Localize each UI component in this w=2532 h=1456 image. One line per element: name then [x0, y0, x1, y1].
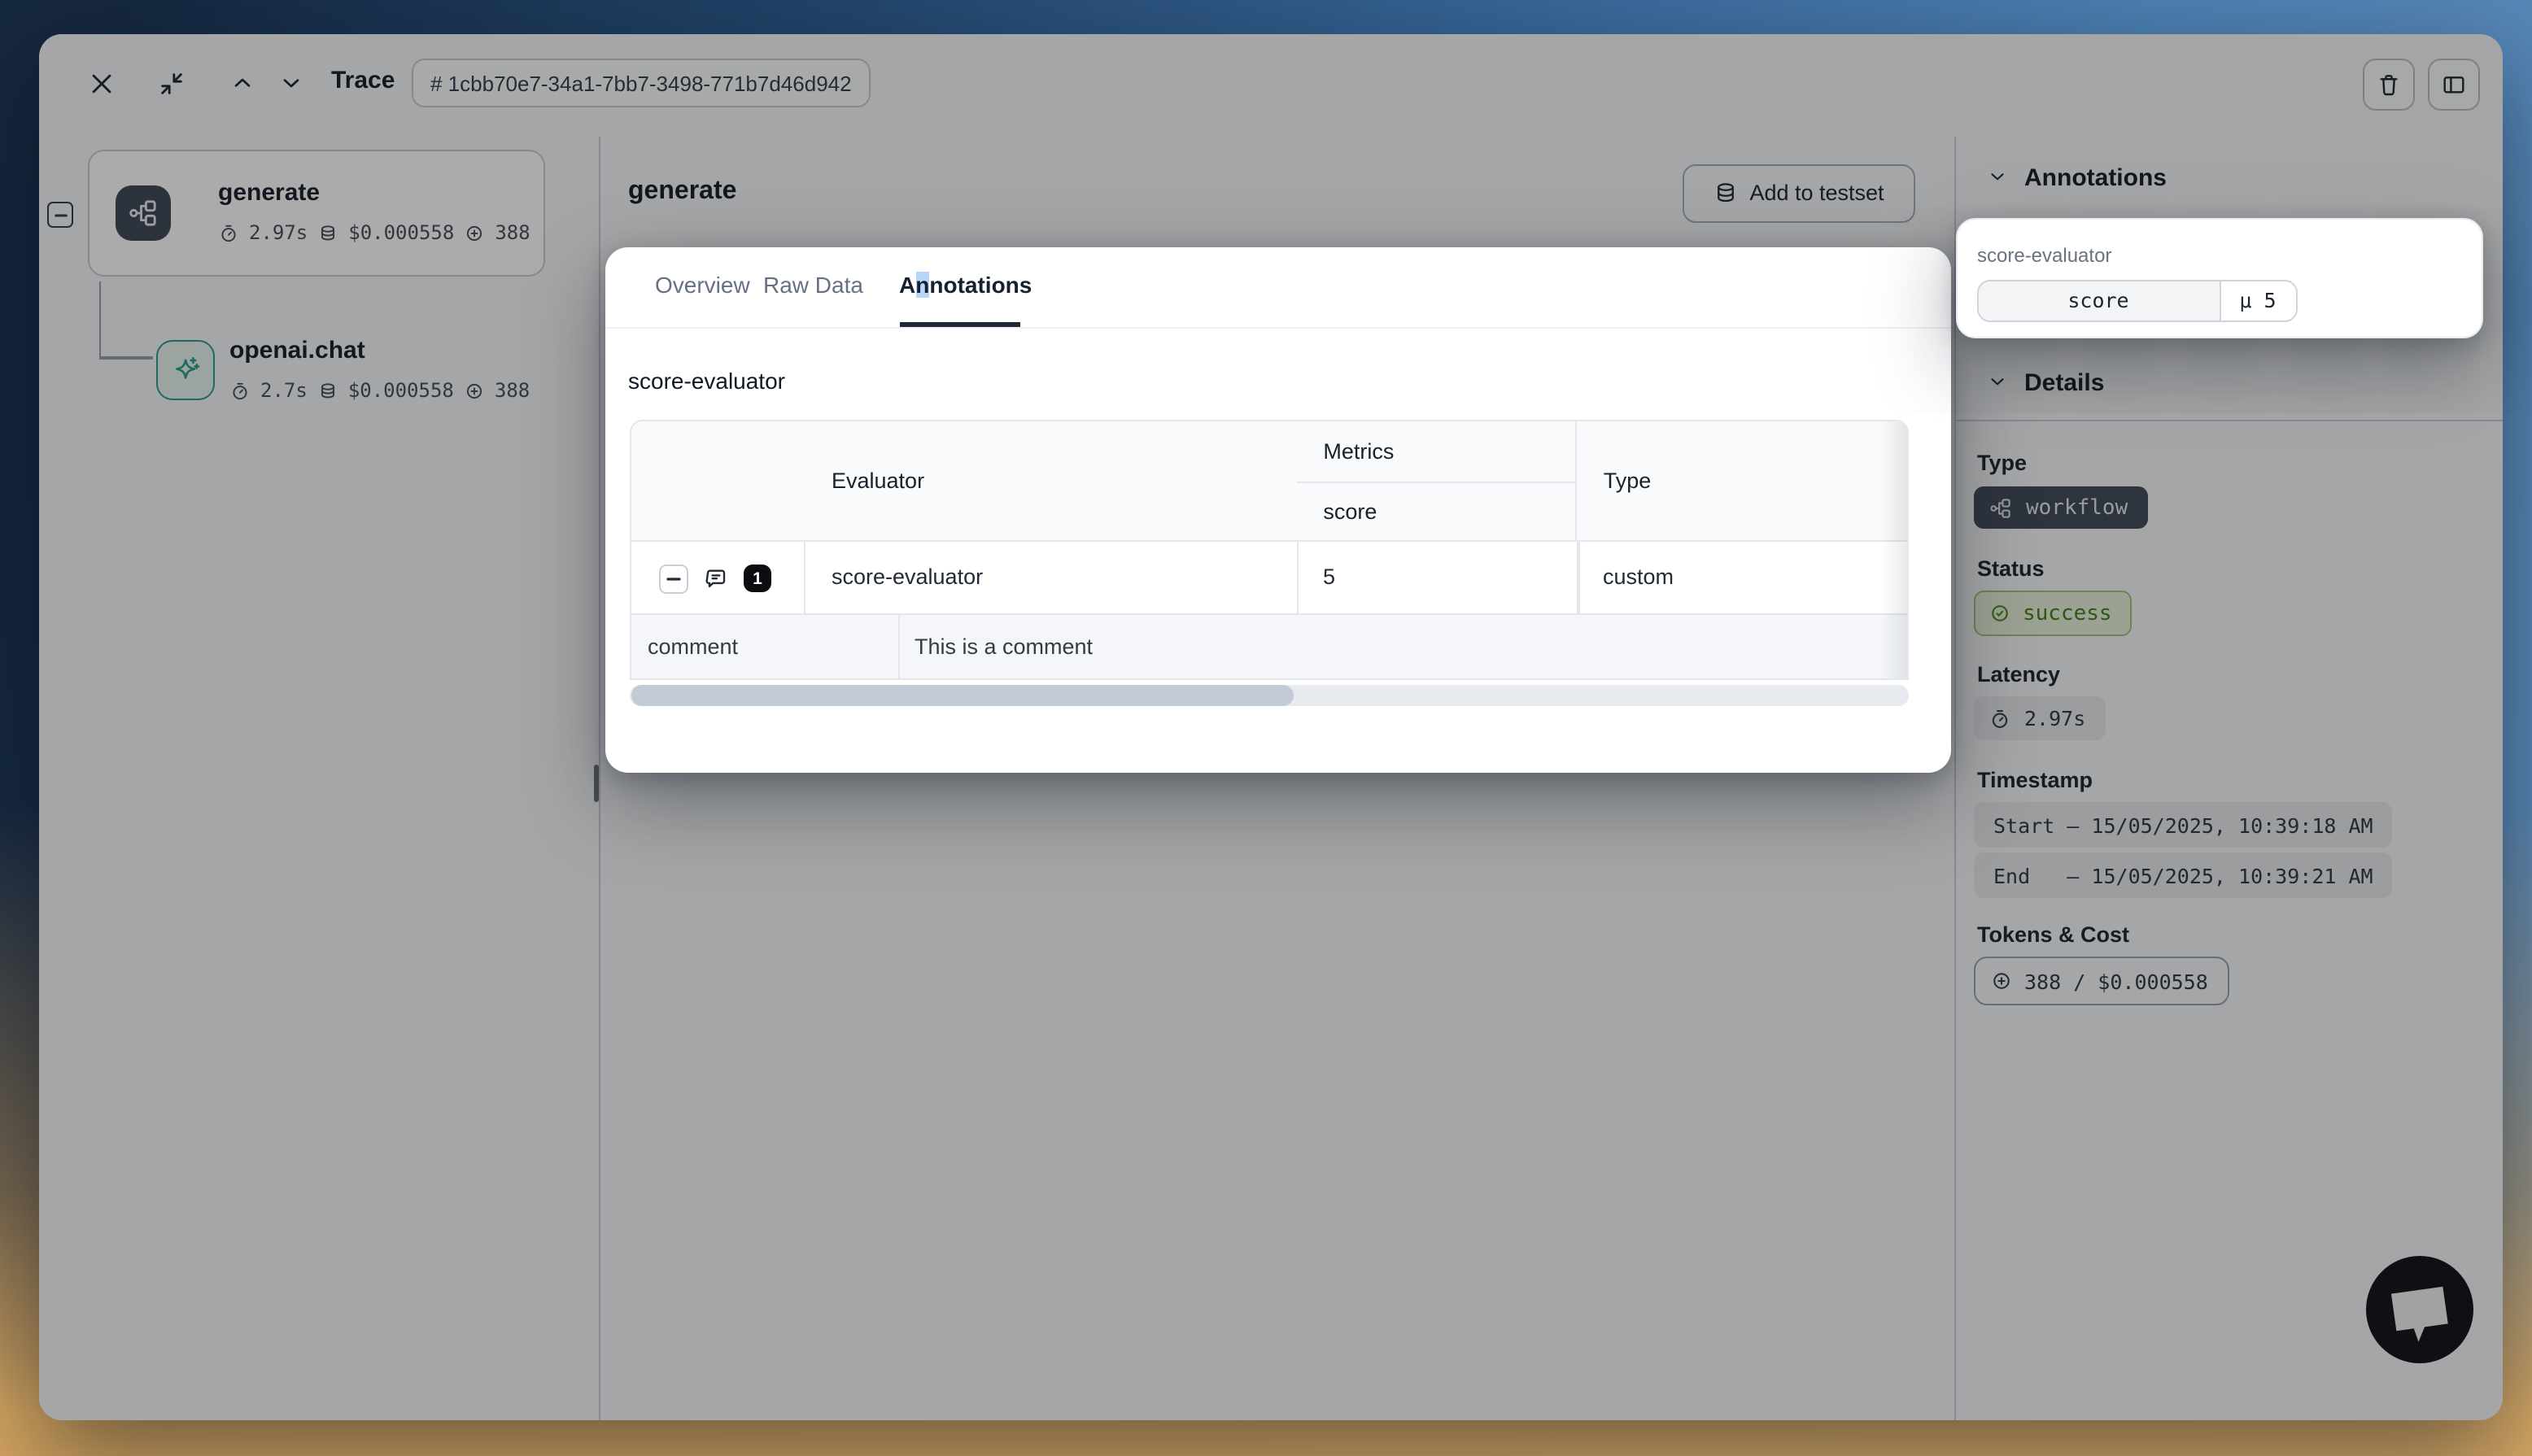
- cell-evaluator: score-evaluator: [832, 565, 983, 589]
- evaluator-section-title: score-evaluator: [628, 367, 785, 393]
- popover-evaluator-label: score-evaluator: [1977, 243, 2111, 266]
- table-header-type: Type: [1578, 421, 1909, 540]
- tab-annotations-text: notations: [929, 271, 1032, 297]
- table-header-metric-score: score: [1297, 482, 1577, 540]
- comment-count-badge: 1: [744, 565, 771, 592]
- cell-divider: [898, 615, 900, 680]
- tab-overview[interactable]: Overview: [655, 271, 750, 297]
- comment-row: comment This is a comment: [631, 613, 1909, 680]
- active-tab-underline: [899, 321, 1020, 327]
- minus-icon: [666, 570, 682, 586]
- tab-annotations-selection: n: [915, 271, 929, 297]
- table-header-metrics-group: Metrics: [1297, 421, 1577, 482]
- metric-name: score: [2067, 288, 2128, 312]
- scrollbar-thumb[interactable]: [631, 684, 1294, 705]
- annotations-table: Evaluator Metrics score Type 1: [630, 420, 1909, 680]
- tab-raw-data[interactable]: Raw Data: [763, 271, 863, 297]
- comment-value: This is a comment: [915, 634, 1093, 659]
- metric-value: μ 5: [2239, 288, 2276, 312]
- tab-annotations-text: A: [899, 271, 915, 297]
- tab-bar: Overview Raw Data Annotations: [605, 246, 1951, 328]
- comment-key: comment: [648, 634, 738, 659]
- table-scroll-shadow: [1881, 421, 1907, 680]
- column-label: Type: [1578, 469, 1652, 493]
- score-metric-control[interactable]: score μ 5: [1976, 279, 2297, 321]
- table-header-evaluator: Evaluator: [805, 421, 1299, 540]
- score-annotation-popover: score-evaluator score μ 5: [1956, 217, 2483, 338]
- metric-name-segment[interactable]: score: [1978, 281, 2220, 320]
- metric-value-segment[interactable]: μ 5: [2220, 281, 2295, 320]
- row-actions-cell: 1: [631, 542, 805, 615]
- tab-annotations[interactable]: Annotations: [899, 271, 1032, 297]
- table-header-actions: [631, 421, 807, 540]
- cell-divider: [1578, 542, 1579, 615]
- cell-score: 5: [1323, 565, 1335, 589]
- annotations-tab-card: Overview Raw Data Annotations score-eval…: [605, 246, 1951, 772]
- table-horizontal-scrollbar[interactable]: [630, 684, 1909, 705]
- table-row[interactable]: 1 score-evaluator 5 custom: [631, 540, 1909, 615]
- row-checkbox-indeterminate[interactable]: [659, 564, 688, 593]
- column-label: score: [1297, 499, 1377, 524]
- column-label: Evaluator: [805, 469, 924, 493]
- column-label: Metrics: [1297, 439, 1394, 464]
- cell-type: custom: [1603, 565, 1674, 589]
- cell-divider: [1297, 542, 1299, 615]
- desktop-background: Trace # 1cbb70e7-34a1-7bb7-3498-771b7d46…: [0, 0, 2532, 1456]
- comment-icon[interactable]: [703, 565, 729, 591]
